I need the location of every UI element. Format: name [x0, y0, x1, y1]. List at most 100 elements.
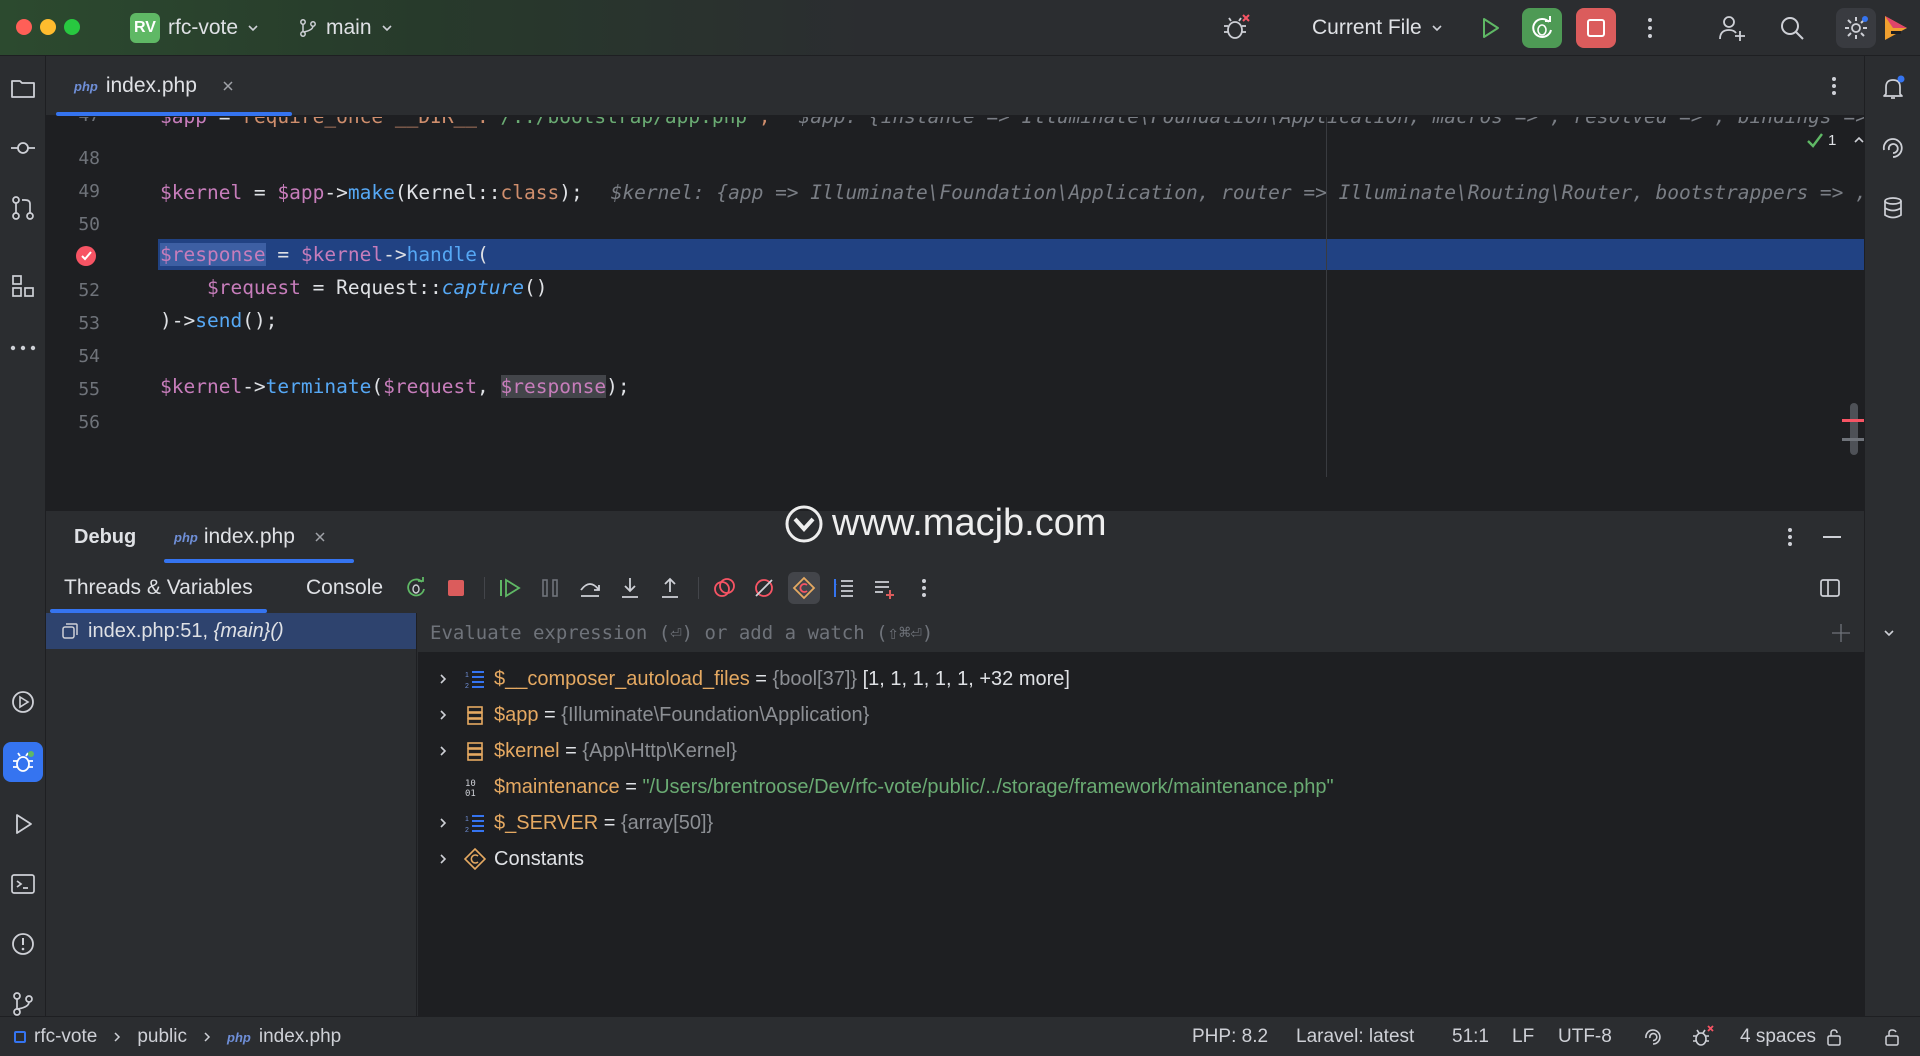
- commit-tool-button[interactable]: [3, 128, 43, 168]
- structure-tool-button[interactable]: [3, 266, 43, 306]
- caret-position-widget[interactable]: 51:1: [1452, 1017, 1489, 1056]
- code-token: )->: [160, 309, 196, 332]
- code-token: $app: [160, 117, 207, 128]
- more-actions-button[interactable]: [1630, 8, 1670, 48]
- variable-row[interactable]: 12 $_SERVER = {array[50]}: [418, 805, 1864, 841]
- tab-console[interactable]: Console: [298, 563, 391, 613]
- debug-more-button[interactable]: [908, 572, 940, 604]
- pause-button[interactable]: [534, 572, 566, 604]
- show-frames-button[interactable]: 1: [828, 572, 860, 604]
- line-ending-widget[interactable]: LF: [1512, 1017, 1534, 1056]
- branch-selector[interactable]: main: [298, 0, 394, 56]
- php-version-widget[interactable]: PHP: 8.2: [1192, 1017, 1268, 1056]
- rerun-button[interactable]: [400, 572, 432, 604]
- indent-widget[interactable]: 4 spaces: [1740, 1017, 1844, 1056]
- read-only-toggle[interactable]: [1882, 1017, 1902, 1056]
- editor-tabs-menu-button[interactable]: [1814, 66, 1854, 106]
- code-with-me-button[interactable]: [1712, 8, 1752, 48]
- laravel-version-widget[interactable]: Laravel: latest: [1296, 1017, 1414, 1056]
- variable-type: {App\Http\Kernel}: [582, 739, 737, 762]
- debug-tool-button[interactable]: [3, 742, 43, 782]
- rerun-debug-button[interactable]: [1522, 8, 1562, 48]
- mute-breakpoints-button[interactable]: [748, 572, 780, 604]
- expand-arrow-icon[interactable]: [436, 852, 450, 866]
- close-icon[interactable]: [313, 530, 327, 544]
- tab-label: Threads & Variables: [64, 576, 253, 599]
- code-editor[interactable]: 47 48 49 50 52 53 54 55 56 $app = requir…: [46, 117, 1864, 477]
- add-watch-button[interactable]: [868, 572, 900, 604]
- layout-settings-button[interactable]: [1814, 572, 1846, 604]
- database-tool-button[interactable]: [1873, 188, 1913, 228]
- break-on-exceptions-button[interactable]: [788, 572, 820, 604]
- problems-tool-button[interactable]: [3, 924, 43, 964]
- run-config-selector[interactable]: Current File: [1312, 0, 1444, 56]
- breadcrumb-item[interactable]: index.php: [259, 1026, 341, 1048]
- encoding-widget[interactable]: UTF-8: [1558, 1017, 1612, 1056]
- breadcrumb-item[interactable]: public: [137, 1026, 187, 1048]
- services-tool-button[interactable]: [3, 682, 43, 722]
- editor-scrollbar[interactable]: [1850, 403, 1858, 455]
- expand-arrow-icon[interactable]: [436, 816, 450, 830]
- window-zoom-button[interactable]: [64, 19, 80, 35]
- editor-tab-index-php[interactable]: php index.php: [56, 56, 292, 116]
- step-into-button[interactable]: [614, 572, 646, 604]
- editor-gutter[interactable]: 47 48 49 50 52 53 54 55 56: [46, 117, 156, 477]
- expand-arrow-icon[interactable]: [436, 672, 450, 686]
- expand-arrow-icon[interactable]: [436, 708, 450, 722]
- stop-debug-button[interactable]: [440, 572, 472, 604]
- ai-chat-icon: [1882, 138, 1903, 158]
- tab-threads-variables[interactable]: Threads & Variables: [50, 563, 267, 613]
- run-button[interactable]: [1470, 8, 1510, 48]
- stop-button[interactable]: [1576, 8, 1616, 48]
- branch-name: main: [326, 16, 372, 39]
- tab-label: Console: [306, 576, 384, 599]
- code-token: $kernel: [300, 243, 384, 266]
- notifications-button[interactable]: [1873, 68, 1913, 108]
- debug-status-icon[interactable]: [1216, 8, 1256, 48]
- project-selector[interactable]: RV rfc-vote: [130, 0, 260, 56]
- resume-button[interactable]: [494, 572, 526, 604]
- variable-row[interactable]: $app = {Illuminate\Foundation\Applicatio…: [418, 697, 1864, 733]
- breadcrumb-item[interactable]: rfc-vote: [34, 1026, 97, 1048]
- variable-type: {bool[37]}: [772, 667, 863, 690]
- variable-type: {Illuminate\Foundation\Application}: [561, 703, 870, 726]
- step-over-button[interactable]: [574, 572, 606, 604]
- array-icon: 12: [464, 812, 486, 834]
- debug-options-button[interactable]: [1770, 517, 1810, 557]
- debug-session-tab[interactable]: php index.php: [160, 511, 354, 563]
- step-out-button[interactable]: [654, 572, 686, 604]
- stack-frame[interactable]: index.php:51, {main}(): [46, 613, 416, 649]
- debug-listener-button[interactable]: [1690, 1017, 1714, 1056]
- ai-assistant-button[interactable]: [1876, 8, 1916, 48]
- variable-row[interactable]: 12 $__composer_autoload_files = {bool[37…: [418, 661, 1864, 697]
- variable-row[interactable]: $kernel = {App\Http\Kernel}: [418, 733, 1864, 769]
- breakpoint-icon[interactable]: [74, 242, 100, 268]
- expand-arrow-icon[interactable]: [436, 744, 450, 758]
- variable-eq: =: [598, 811, 621, 834]
- minimize-panel-button[interactable]: [1812, 517, 1852, 557]
- chevron-up-icon[interactable]: [1852, 133, 1864, 147]
- variable-row[interactable]: 10 01 $maintenance = "/Users/brentroose/D…: [418, 769, 1864, 805]
- more-vertical-icon: [1648, 18, 1652, 38]
- add-watch-icon[interactable]: [1830, 622, 1852, 644]
- pull-requests-tool-button[interactable]: [3, 188, 43, 228]
- window-minimize-button[interactable]: [40, 19, 56, 35]
- more-tools-button[interactable]: [3, 328, 43, 368]
- search-everywhere-button[interactable]: [1772, 8, 1812, 48]
- evaluate-expression-input[interactable]: Evaluate expression (⏎) or add a watch (…: [418, 613, 1894, 653]
- inspection-count: 1: [1828, 131, 1837, 149]
- inspection-widget[interactable]: 1: [1806, 131, 1864, 149]
- run-tool-button[interactable]: [3, 804, 43, 844]
- line-number: 54: [78, 346, 100, 367]
- ai-status-button[interactable]: [1642, 1017, 1664, 1056]
- view-breakpoints-button[interactable]: [708, 572, 740, 604]
- check-icon: [1807, 133, 1823, 148]
- terminal-tool-button[interactable]: [3, 864, 43, 904]
- settings-button[interactable]: [1836, 8, 1876, 48]
- ai-chat-button[interactable]: [1873, 128, 1913, 168]
- variable-row[interactable]: Constants: [418, 841, 1864, 877]
- close-icon[interactable]: [221, 79, 235, 93]
- window-close-button[interactable]: [16, 19, 32, 35]
- history-dropdown-icon[interactable]: [1882, 626, 1896, 640]
- project-tool-button[interactable]: [3, 68, 43, 108]
